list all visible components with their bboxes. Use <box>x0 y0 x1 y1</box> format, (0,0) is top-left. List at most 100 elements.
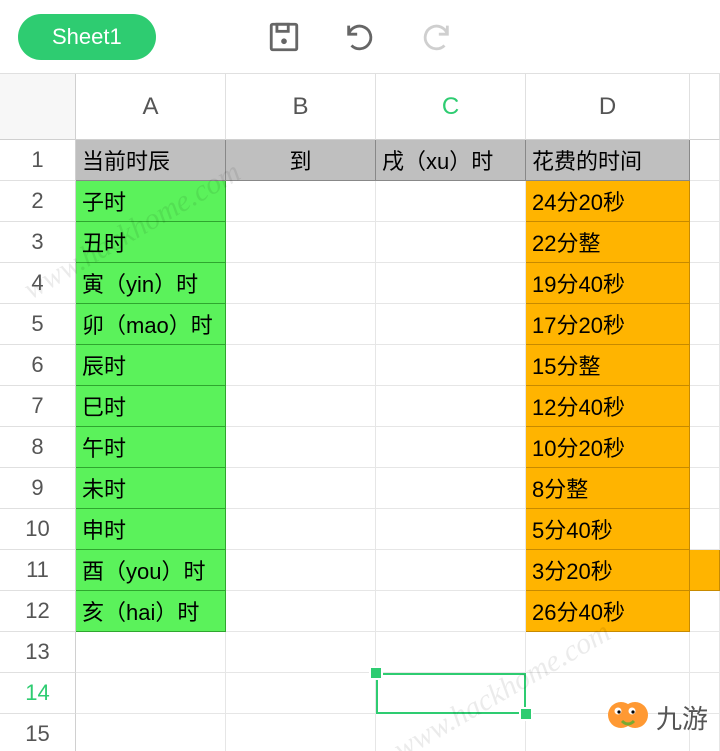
cell-C4[interactable] <box>376 263 526 304</box>
cell-D11[interactable]: 3分20秒 <box>526 550 690 591</box>
cell-A4[interactable]: 寅（yin）时 <box>76 263 226 304</box>
selection-handle-br[interactable] <box>519 707 533 721</box>
cell-D9[interactable]: 8分整 <box>526 468 690 509</box>
cell-E4[interactable] <box>690 263 720 304</box>
cell-C9[interactable] <box>376 468 526 509</box>
cell-B11[interactable] <box>226 550 376 591</box>
cell-E13[interactable] <box>690 632 720 673</box>
brand-logo-icon <box>606 695 650 739</box>
cell-C5[interactable] <box>376 304 526 345</box>
cell-C11[interactable] <box>376 550 526 591</box>
cell-D7[interactable]: 12分40秒 <box>526 386 690 427</box>
cell-E11[interactable] <box>690 550 720 591</box>
row-header-11[interactable]: 11 <box>0 550 76 591</box>
select-all-corner[interactable] <box>0 74 76 140</box>
cell-E3[interactable] <box>690 222 720 263</box>
row-header-2[interactable]: 2 <box>0 181 76 222</box>
cell-C12[interactable] <box>376 591 526 632</box>
cell-B15[interactable] <box>226 714 376 751</box>
cell-B3[interactable] <box>226 222 376 263</box>
row-header-7[interactable]: 7 <box>0 386 76 427</box>
cell-B8[interactable] <box>226 427 376 468</box>
row-header-3[interactable]: 3 <box>0 222 76 263</box>
row-header-9[interactable]: 9 <box>0 468 76 509</box>
cell-B1[interactable]: 到 <box>226 140 376 181</box>
cell-A10[interactable]: 申时 <box>76 509 226 550</box>
cell-A8[interactable]: 午时 <box>76 427 226 468</box>
cell-C3[interactable] <box>376 222 526 263</box>
cell-D10[interactable]: 5分40秒 <box>526 509 690 550</box>
cell-D4[interactable]: 19分40秒 <box>526 263 690 304</box>
brand-name: 九游 <box>656 699 708 736</box>
cell-C1[interactable]: 戌（xu）时 <box>376 140 526 181</box>
cell-A7[interactable]: 巳时 <box>76 386 226 427</box>
row-header-10[interactable]: 10 <box>0 509 76 550</box>
cell-C6[interactable] <box>376 345 526 386</box>
cell-D6[interactable]: 15分整 <box>526 345 690 386</box>
col-header-A[interactable]: A <box>76 74 226 140</box>
cell-A9[interactable]: 未时 <box>76 468 226 509</box>
row-header-8[interactable]: 8 <box>0 427 76 468</box>
row-header-6[interactable]: 6 <box>0 345 76 386</box>
cell-C15[interactable] <box>376 714 526 751</box>
row-header-13[interactable]: 13 <box>0 632 76 673</box>
cell-E8[interactable] <box>690 427 720 468</box>
cell-A3[interactable]: 丑时 <box>76 222 226 263</box>
cell-E6[interactable] <box>690 345 720 386</box>
cell-D2[interactable]: 24分20秒 <box>526 181 690 222</box>
col-header-B[interactable]: B <box>226 74 376 140</box>
cell-B6[interactable] <box>226 345 376 386</box>
cell-D13[interactable] <box>526 632 690 673</box>
row-header-4[interactable]: 4 <box>0 263 76 304</box>
cell-B13[interactable] <box>226 632 376 673</box>
row-header-12[interactable]: 12 <box>0 591 76 632</box>
cell-E12[interactable] <box>690 591 720 632</box>
selection-handle-tl[interactable] <box>369 666 383 680</box>
row-header-14[interactable]: 14 <box>0 673 76 714</box>
cell-B5[interactable] <box>226 304 376 345</box>
cell-C7[interactable] <box>376 386 526 427</box>
cell-C10[interactable] <box>376 509 526 550</box>
cell-D3[interactable]: 22分整 <box>526 222 690 263</box>
cell-A5[interactable]: 卯（mao）时 <box>76 304 226 345</box>
cell-B4[interactable] <box>226 263 376 304</box>
cell-A6[interactable]: 辰时 <box>76 345 226 386</box>
cell-B7[interactable] <box>226 386 376 427</box>
cell-B10[interactable] <box>226 509 376 550</box>
row-header-1[interactable]: 1 <box>0 140 76 181</box>
cell-D8[interactable]: 10分20秒 <box>526 427 690 468</box>
cell-D5[interactable]: 17分20秒 <box>526 304 690 345</box>
col-header-E[interactable] <box>690 74 720 140</box>
cell-C8[interactable] <box>376 427 526 468</box>
cell-A15[interactable] <box>76 714 226 751</box>
cell-A12[interactable]: 亥（hai）时 <box>76 591 226 632</box>
col-header-C[interactable]: C <box>376 74 526 140</box>
cell-D1[interactable]: 花费的时间 <box>526 140 690 181</box>
cell-B2[interactable] <box>226 181 376 222</box>
cell-E5[interactable] <box>690 304 720 345</box>
cell-E9[interactable] <box>690 468 720 509</box>
cell-C13[interactable] <box>376 632 526 673</box>
save-icon[interactable] <box>266 19 302 55</box>
col-header-D[interactable]: D <box>526 74 690 140</box>
undo-icon[interactable] <box>342 19 378 55</box>
cell-A13[interactable] <box>76 632 226 673</box>
cell-A14[interactable] <box>76 673 226 714</box>
cell-C2[interactable] <box>376 181 526 222</box>
row-header-15[interactable]: 15 <box>0 714 76 751</box>
cell-C14[interactable] <box>376 673 526 714</box>
cell-E7[interactable] <box>690 386 720 427</box>
cell-E1[interactable] <box>690 140 720 181</box>
cell-B9[interactable] <box>226 468 376 509</box>
cell-B14[interactable] <box>226 673 376 714</box>
cell-A1[interactable]: 当前时辰 <box>76 140 226 181</box>
cell-B12[interactable] <box>226 591 376 632</box>
spreadsheet[interactable]: A B C D 123456789101112131415 当前时辰到戌（xu）… <box>0 74 720 751</box>
cell-E10[interactable] <box>690 509 720 550</box>
row-header-5[interactable]: 5 <box>0 304 76 345</box>
cell-A11[interactable]: 酉（you）时 <box>76 550 226 591</box>
cell-D12[interactable]: 26分40秒 <box>526 591 690 632</box>
cell-E2[interactable] <box>690 181 720 222</box>
sheet-tab[interactable]: Sheet1 <box>18 14 156 60</box>
cell-A2[interactable]: 子时 <box>76 181 226 222</box>
